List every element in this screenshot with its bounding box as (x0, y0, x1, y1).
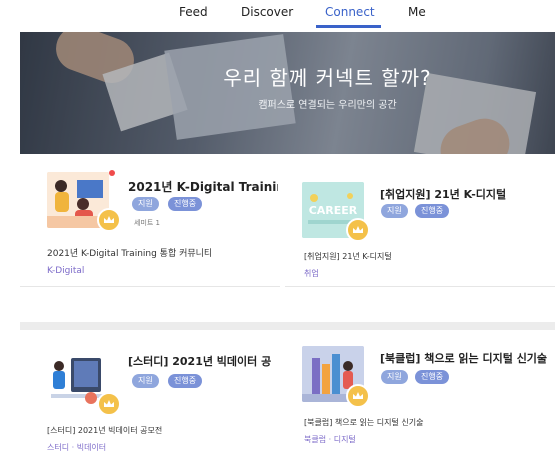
crown-icon (346, 218, 370, 242)
banner-title: 우리 함께 커넥트 할까? (223, 66, 432, 90)
community-card[interactable]: 2021년 K-Digital Training 지원 진행중 세미트 1 20… (20, 160, 280, 285)
community-card[interactable]: CAREER [취업지원] 21년 K-디지털 지원 진행중 [취업지원] 21… (285, 160, 555, 285)
svg-text:CAREER: CAREER (309, 204, 358, 217)
tab-me[interactable]: Me (408, 5, 426, 19)
community-card[interactable]: [스터디] 2021년 빅데이터 공 지원 진행중 [스터디] 2021년 빅데… (20, 334, 280, 455)
card-description: [스터디] 2021년 빅데이터 공모전 (47, 426, 163, 435)
active-tab-indicator (316, 25, 381, 28)
banner-subtitle: 캠퍼스로 연결되는 우리만의 공간 (258, 100, 397, 111)
card-tag[interactable]: 스터디 · 빅데이터 (47, 442, 106, 453)
status-badge: 진행중 (415, 204, 450, 218)
crown-icon (97, 392, 121, 416)
card-tag[interactable]: K-Digital (47, 266, 84, 276)
card-tag[interactable]: 취업 (304, 268, 319, 279)
card-title: [북클럽] 책으로 읽는 디지털 신기술 (380, 352, 548, 365)
status-badge: 지원 (132, 197, 159, 211)
tab-connect[interactable]: Connect (325, 5, 375, 19)
tab-feed[interactable]: Feed (179, 5, 208, 19)
status-badge: 진행중 (168, 374, 203, 388)
card-title: 2021년 K-Digital Training (128, 180, 278, 194)
section-divider (20, 322, 555, 330)
card-tag[interactable]: 북클럽 · 디지털 (304, 434, 356, 445)
hero-banner: 우리 함께 커넥트 할까? 캠퍼스로 연결되는 우리만의 공간 (20, 32, 555, 154)
card-title: [스터디] 2021년 빅데이터 공 (128, 355, 272, 368)
status-badge: 지원 (381, 204, 408, 218)
top-nav: Feed Discover Connect Me (0, 0, 555, 30)
community-card[interactable]: [북클럽] 책으로 읽는 디지털 신기술 지원 진행중 [북클럽] 책으로 읽는… (285, 334, 555, 455)
crown-icon (97, 208, 121, 232)
card-description: 2021년 K-Digital Training 통합 커뮤니티 (47, 249, 213, 259)
tab-discover[interactable]: Discover (241, 5, 293, 19)
card-description: [취업지원] 21년 K-디지털 (304, 252, 392, 261)
new-indicator (109, 170, 115, 176)
card-description: [북클럽] 책으로 읽는 디지털 신기술 (304, 418, 424, 427)
status-badge: 진행중 (168, 197, 203, 211)
status-badge: 지원 (132, 374, 159, 388)
card-meta: 세미트 1 (134, 219, 160, 227)
status-badge: 진행중 (415, 370, 450, 384)
card-title: [취업지원] 21년 K-디지털 (380, 188, 507, 201)
status-badge: 지원 (381, 370, 408, 384)
crown-icon (346, 384, 370, 408)
